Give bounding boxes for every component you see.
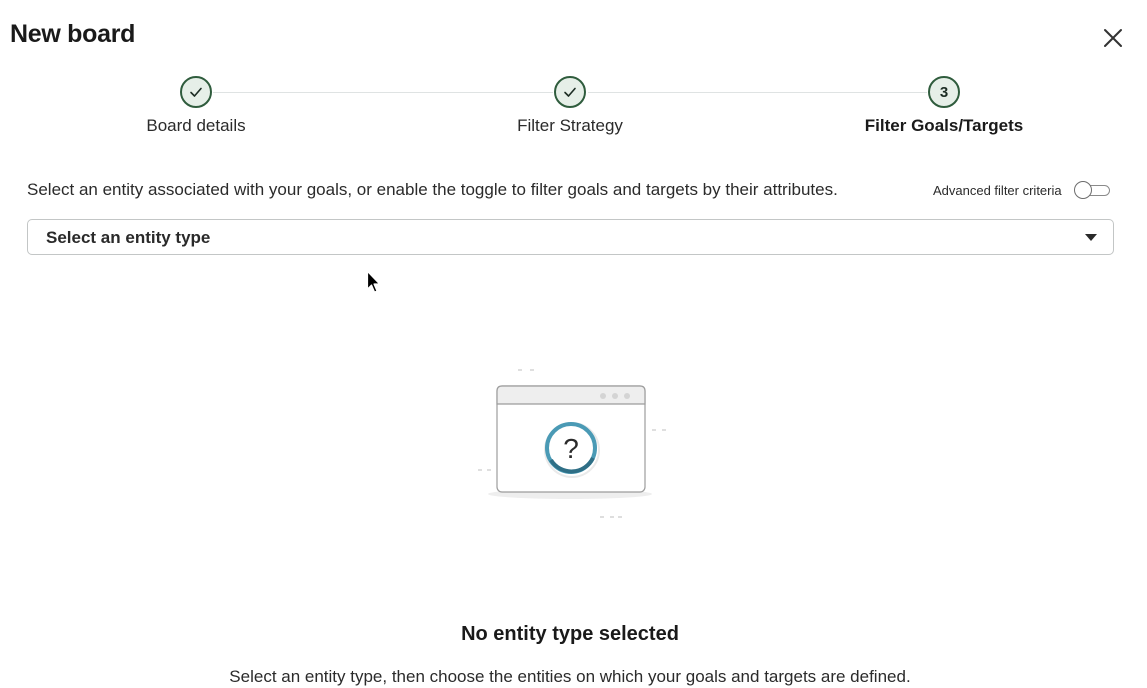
entity-type-select-placeholder: Select an entity type <box>46 228 211 247</box>
svg-text:?: ? <box>563 433 579 464</box>
filter-instruction: Select an entity associated with your go… <box>27 180 838 199</box>
close-icon[interactable] <box>1098 23 1128 53</box>
chevron-down-icon[interactable] <box>1085 234 1097 241</box>
dialog-title: New board <box>10 20 136 48</box>
step-3-number: 3 <box>939 83 949 101</box>
step-2-indicator[interactable] <box>554 76 586 108</box>
empty-state-description: Select an entity type, then choose the e… <box>229 667 911 686</box>
entity-type-select[interactable]: Select an entity type <box>27 219 1114 255</box>
new-board-dialog: New board Board details Filter Strategy … <box>0 0 1147 688</box>
advanced-filter-toggle[interactable] <box>1073 181 1111 199</box>
advanced-filter-label: Advanced filter criteria <box>933 183 1062 198</box>
step-connector <box>213 92 553 93</box>
close-button[interactable] <box>1098 23 1128 53</box>
step-3-indicator[interactable]: 3 <box>928 76 960 108</box>
question-window-icon: ? <box>478 369 666 518</box>
step-3-label[interactable]: Filter Goals/Targets <box>865 116 1023 136</box>
toggle-knob[interactable] <box>1074 181 1092 199</box>
step-connector <box>588 92 927 93</box>
step-1-label[interactable]: Board details <box>146 116 245 136</box>
step-2-label[interactable]: Filter Strategy <box>517 116 623 136</box>
checkmark-icon <box>190 87 202 97</box>
mouse-pointer-icon <box>366 270 381 293</box>
step-1-indicator[interactable] <box>180 76 212 108</box>
checkmark-icon <box>564 87 576 97</box>
empty-state-title: No entity type selected <box>461 623 679 645</box>
